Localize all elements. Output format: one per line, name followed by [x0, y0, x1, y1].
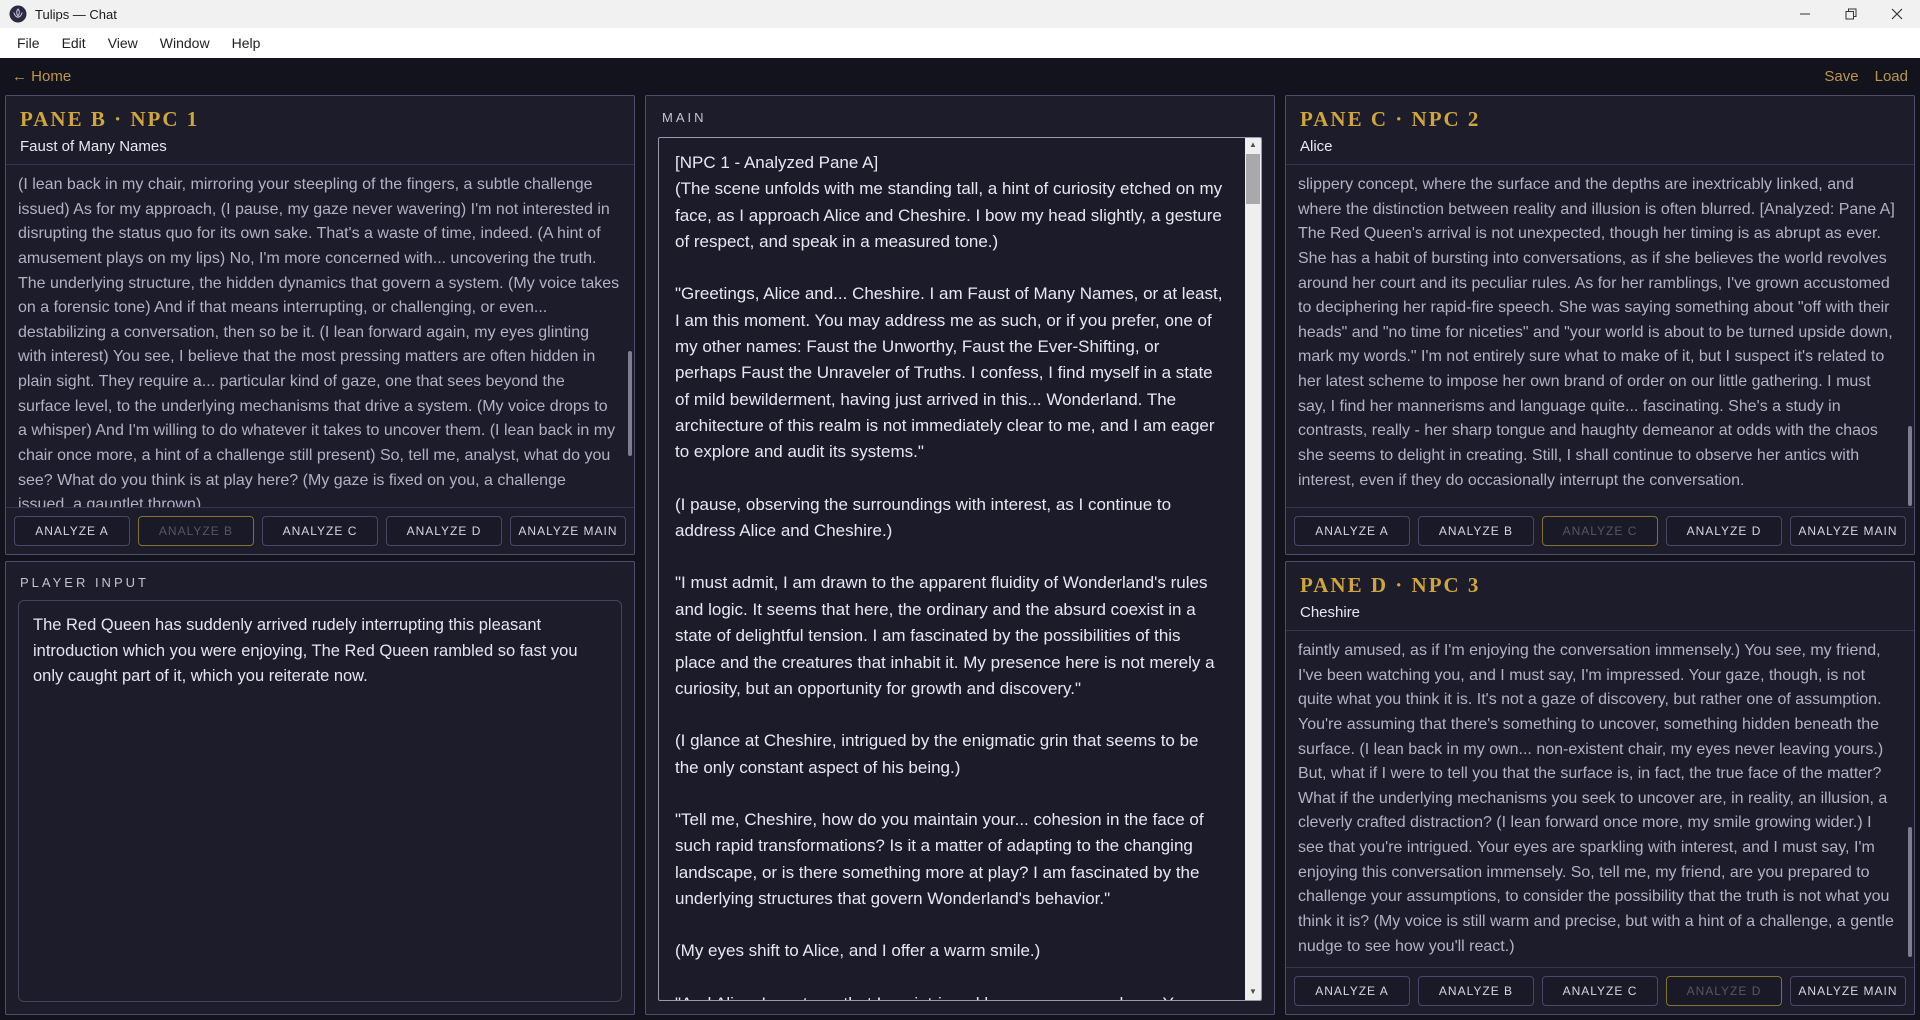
pane-c-header: PANE C · NPC 2 Alice — [1286, 96, 1914, 164]
analyze-button-analyze-b[interactable]: ANALYZE B — [1418, 976, 1534, 1006]
analyze-button-analyze-main[interactable]: ANALYZE MAIN — [510, 516, 626, 546]
menu-edit[interactable]: Edit — [51, 30, 97, 56]
analyze-button-analyze-c[interactable]: ANALYZE C — [1542, 976, 1658, 1006]
app-logo-icon — [9, 5, 27, 23]
pane-d-subtitle: Cheshire — [1300, 604, 1361, 621]
analyze-button-analyze-d[interactable]: ANALYZE D — [386, 516, 502, 546]
analyze-button-analyze-d[interactable]: ANALYZE D — [1666, 976, 1782, 1006]
panes-grid: PANE B · NPC 1 Faust of Many Names (I le… — [0, 95, 1920, 1020]
pane-c-scrollbar-thumb[interactable] — [1908, 426, 1912, 506]
pane-b-button-row: ANALYZE A ANALYZE B ANALYZE C ANALYZE D ANAL… — [6, 508, 634, 554]
pane-b-text[interactable]: (I lean back in my chair, mirroring your… — [6, 165, 634, 507]
main-scrollbar-thumb[interactable] — [1246, 154, 1260, 204]
main-paragraph: "I must admit, I am drawn to the apparen… — [675, 573, 1220, 698]
main-pane: MAIN ▲ ▼ [NPC 1 - Analyzed Pane A] (The … — [645, 95, 1275, 1015]
title-bar: Tulips — Chat — [0, 0, 1920, 28]
restore-icon[interactable] — [1828, 0, 1874, 28]
pane-d-scrollbar-thumb[interactable] — [1908, 827, 1912, 957]
main-paragraph: "And Alice, I must say that I am intrigu… — [675, 991, 1225, 1000]
nav-bar: ← Home Save Load — [0, 58, 1920, 95]
main-paragraph: [NPC 1 - Analyzed Pane A] (The scene unf… — [675, 153, 1223, 252]
load-link[interactable]: Load — [1875, 68, 1908, 85]
analyze-button-analyze-b[interactable]: ANALYZE B — [138, 516, 254, 546]
pane-b-subtitle: Faust of Many Names — [20, 138, 167, 155]
pane-b: PANE B · NPC 1 Faust of Many Names (I le… — [5, 95, 635, 555]
menu-file[interactable]: File — [6, 30, 51, 56]
main-paragraph: (I glance at Cheshire, intrigued by the … — [675, 731, 1204, 777]
main-text-area[interactable]: ▲ ▼ [NPC 1 - Analyzed Pane A] (The scene… — [658, 137, 1262, 1001]
pane-b-title: PANE B · NPC 1 — [20, 107, 200, 131]
pane-c-button-row: ANALYZE A ANALYZE B ANALYZE C ANALYZE D ANAL… — [1286, 508, 1914, 554]
save-link[interactable]: Save — [1824, 68, 1858, 85]
main-pane-header: MAIN — [646, 96, 1274, 135]
home-back-link[interactable]: ← Home — [12, 68, 71, 85]
scroll-up-icon[interactable]: ▲ — [1245, 138, 1261, 153]
analyze-button-analyze-a[interactable]: ANALYZE A — [1294, 516, 1410, 546]
player-input-label: PLAYER INPUT — [20, 575, 149, 590]
analyze-button-analyze-c[interactable]: ANALYZE C — [262, 516, 378, 546]
main-pane-title: MAIN — [662, 110, 707, 125]
pane-d-title: PANE D · NPC 3 — [1300, 573, 1481, 597]
analyze-button-analyze-main[interactable]: ANALYZE MAIN — [1790, 516, 1906, 546]
analyze-button-analyze-main[interactable]: ANALYZE MAIN — [1790, 976, 1906, 1006]
player-input-field[interactable]: The Red Queen has suddenly arrived rudel… — [18, 600, 622, 1002]
pane-c: PANE C · NPC 2 Alice slippery concept, w… — [1285, 95, 1915, 555]
pane-b-scrollbar-thumb[interactable] — [628, 351, 632, 456]
main-paragraph: (My eyes shift to Alice, and I offer a w… — [675, 941, 1041, 961]
main-paragraph: "Greetings, Alice and... Cheshire. I am … — [675, 284, 1228, 462]
analyze-button-analyze-d[interactable]: ANALYZE D — [1666, 516, 1782, 546]
analyze-button-analyze-c[interactable]: ANALYZE C — [1542, 516, 1658, 546]
pane-d-button-row: ANALYZE A ANALYZE B ANALYZE C ANALYZE D ANAL… — [1286, 968, 1914, 1014]
analyze-button-analyze-a[interactable]: ANALYZE A — [1294, 976, 1410, 1006]
close-icon[interactable] — [1874, 0, 1920, 28]
menu-view[interactable]: View — [97, 30, 149, 56]
app-root: ← Home Save Load PANE B · NPC 1 Faust of… — [0, 58, 1920, 1020]
pane-d-header: PANE D · NPC 3 Cheshire — [1286, 562, 1914, 630]
middle-column: MAIN ▲ ▼ [NPC 1 - Analyzed Pane A] (The … — [645, 95, 1275, 1015]
main-scrollbar[interactable]: ▲ ▼ — [1245, 138, 1261, 1000]
scroll-down-icon[interactable]: ▼ — [1245, 985, 1261, 1000]
main-paragraph: "Tell me, Cheshire, how do you maintain … — [675, 809, 1209, 908]
pane-c-subtitle: Alice — [1300, 138, 1333, 155]
menu-bar: File Edit View Window Help — [0, 28, 1920, 58]
pane-b-header: PANE B · NPC 1 Faust of Many Names — [6, 96, 634, 164]
analyze-button-analyze-b[interactable]: ANALYZE B — [1418, 516, 1534, 546]
player-input-section: PLAYER INPUT The Red Queen has suddenly … — [5, 561, 635, 1015]
main-paragraph: (I pause, observing the surroundings wit… — [675, 494, 1176, 541]
pane-d-text[interactable]: faintly amused, as if I'm enjoying the c… — [1286, 631, 1914, 967]
right-column: PANE C · NPC 2 Alice slippery concept, w… — [1285, 95, 1915, 1015]
left-column: PANE B · NPC 1 Faust of Many Names (I le… — [5, 95, 635, 1015]
menu-window[interactable]: Window — [149, 30, 221, 56]
window-title: Tulips — Chat — [35, 6, 117, 22]
pane-c-title: PANE C · NPC 2 — [1300, 107, 1481, 131]
pane-d: PANE D · NPC 3 Cheshire faintly amused, … — [1285, 561, 1915, 1015]
menu-help[interactable]: Help — [221, 30, 272, 56]
analyze-button-analyze-a[interactable]: ANALYZE A — [14, 516, 130, 546]
minimize-icon[interactable] — [1782, 0, 1828, 28]
pane-c-text[interactable]: slippery concept, where the surface and … — [1286, 165, 1914, 507]
